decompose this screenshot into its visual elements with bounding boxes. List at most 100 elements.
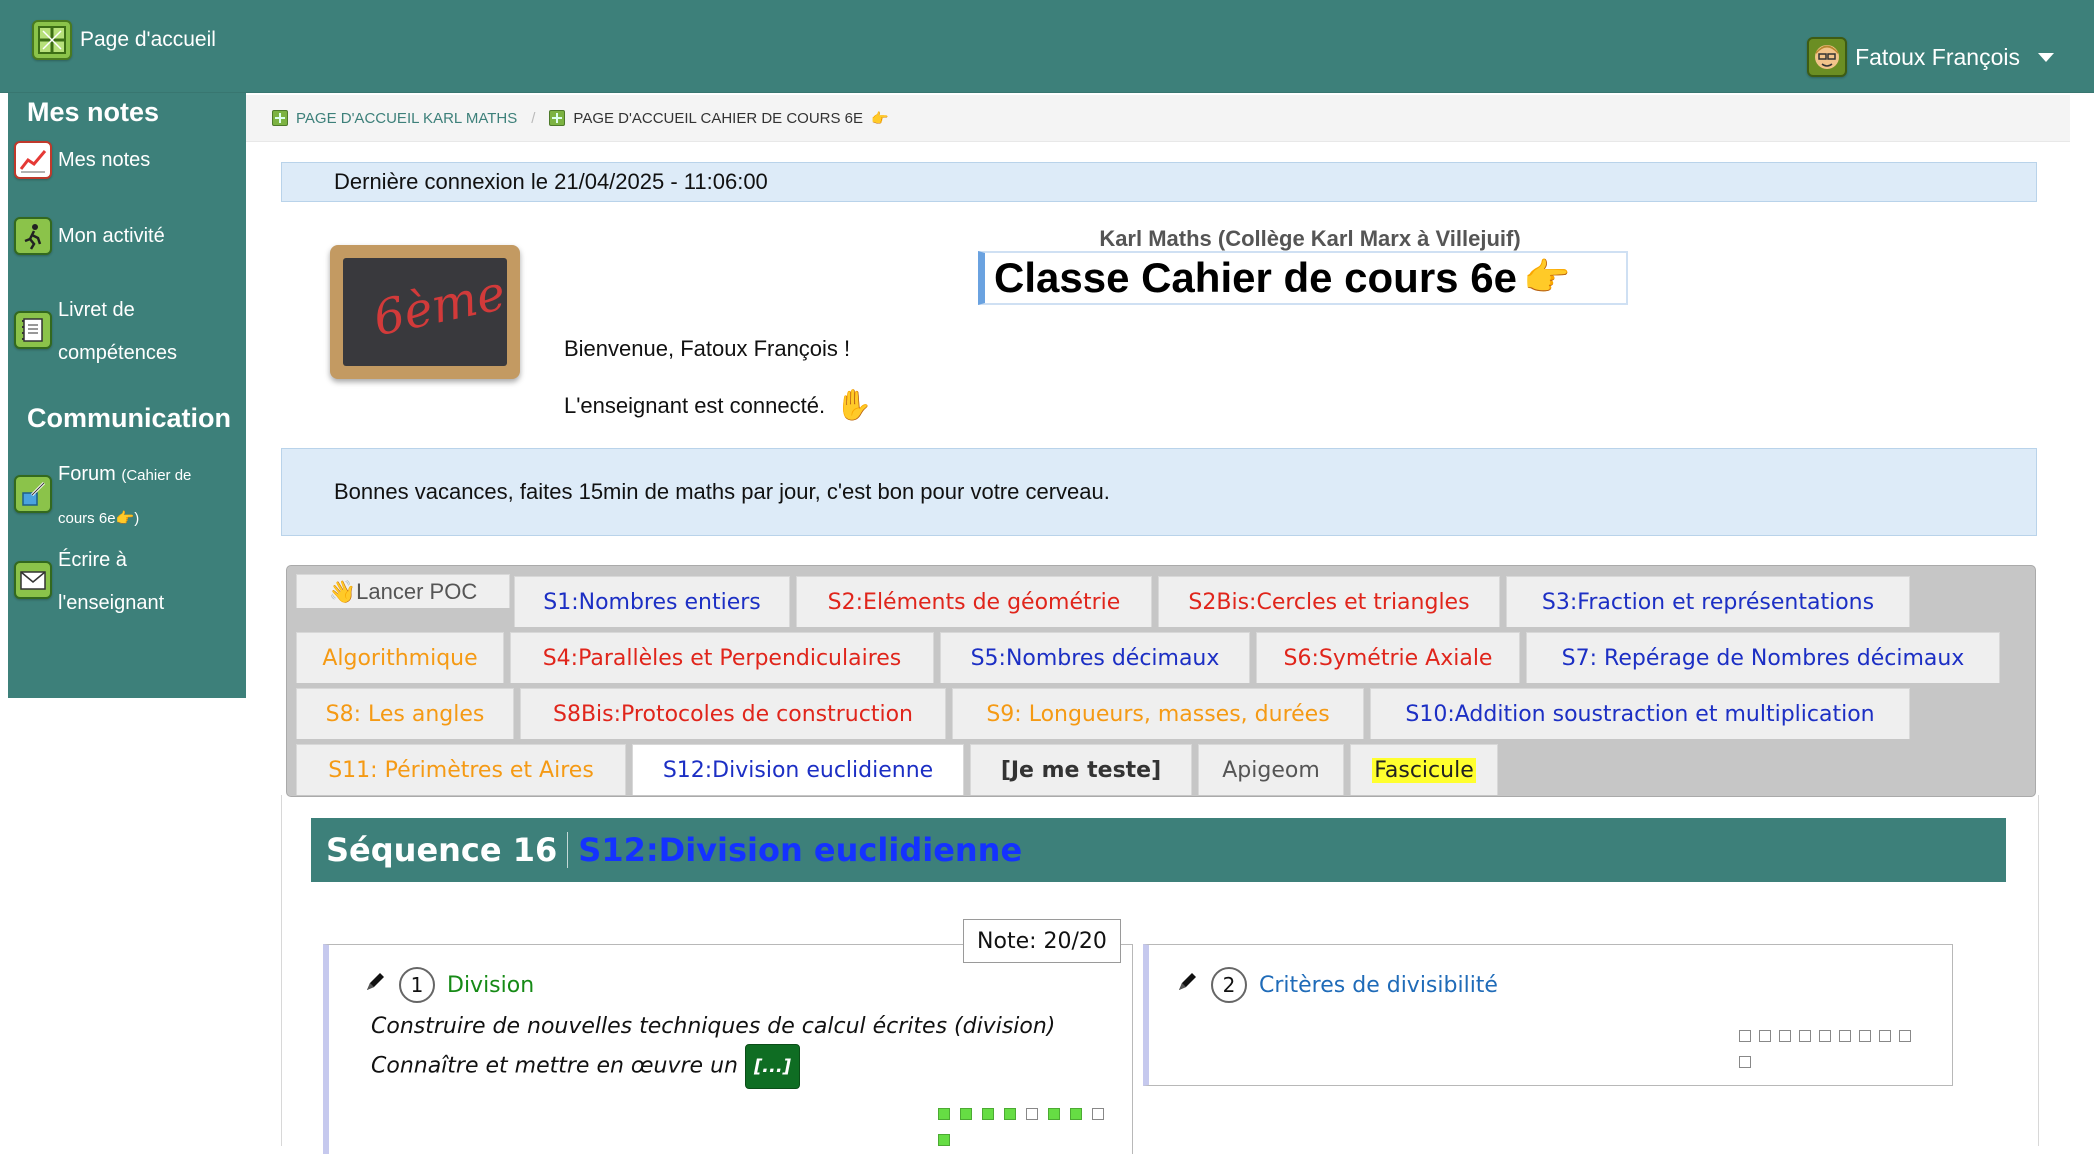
last-connection-text: Dernière connexion le 21/04/2025 - 11:06… — [334, 169, 768, 194]
waving-hand-icon: 👋 — [328, 578, 357, 604]
sidebar-item-ecrire[interactable]: Écrire à l'enseignant — [14, 539, 164, 625]
notebook-icon — [14, 311, 52, 349]
progress-square — [1759, 1030, 1771, 1042]
tab-je-me-teste[interactable]: [Je me teste] — [970, 744, 1192, 795]
lesson-card-header: 2 Critères de divisibilité — [1175, 967, 1498, 1003]
lesson-card-1: 1 Division Construire de nouvelles techn… — [323, 944, 1133, 1154]
pencil-icon — [1175, 970, 1199, 1000]
sidebar-item-label: Écrire à — [58, 549, 127, 571]
tab-s11[interactable]: S11: Périmètres et Aires — [296, 744, 626, 795]
welcome-message: Bienvenue, Fatoux François ! — [564, 336, 851, 361]
tab-s12[interactable]: S12:Division euclidienne — [632, 744, 964, 795]
breadcrumb: Page d'accueil Karl Maths / Page d'accue… — [246, 95, 2070, 142]
sidebar-item-label: Mon activité — [58, 225, 165, 247]
sidebar-item-activite[interactable]: Mon activité — [14, 215, 165, 258]
grid-icon — [272, 110, 288, 126]
sidebar-item-label: l'enseignant — [58, 592, 165, 614]
breadcrumb-separator: / — [531, 109, 536, 127]
breadcrumb-item-karl-maths[interactable]: Page d'accueil Karl Maths — [272, 110, 517, 127]
read-more-button[interactable]: [...] — [744, 1044, 800, 1089]
tab-s3[interactable]: S3:Fraction et représentations — [1506, 576, 1910, 627]
progress-square — [1070, 1108, 1082, 1120]
lesson-description-line: Construire de nouvelles techniques de ca… — [371, 1014, 1056, 1039]
top-bar: Page d'accueil Fatoux François — [0, 0, 2094, 93]
pencil-icon — [363, 970, 387, 1000]
sidebar-heading-communication: Communication — [27, 403, 232, 433]
tab-s9[interactable]: S9: Longueurs, masses, durées — [952, 688, 1364, 739]
progress-square — [1739, 1030, 1751, 1042]
progress-square — [938, 1134, 950, 1146]
tab-apigeom[interactable]: Apigeom — [1198, 744, 1344, 795]
breadcrumb-label: Page d'accueil Cahier de cours 6e — [573, 109, 864, 127]
progress-square — [982, 1108, 994, 1120]
pointing-hand-icon: 👉 — [115, 510, 135, 527]
progress-square — [1779, 1030, 1791, 1042]
home-link[interactable]: Page d'accueil — [32, 18, 216, 62]
progress-square — [1819, 1030, 1831, 1042]
tab-algorithmique[interactable]: Algorithmique — [296, 632, 504, 683]
sidebar: Mes notes Mes notes Mon activité Livret … — [8, 93, 246, 698]
tab-s2[interactable]: S2:Eléments de géométrie — [796, 576, 1152, 627]
user-avatar-icon — [1807, 37, 1848, 77]
sidebar-item-label: Mes notes — [58, 149, 151, 171]
tab-s5[interactable]: S5:Nombres décimaux — [940, 632, 1250, 683]
tab-label: Lancer POC — [356, 578, 478, 604]
lesson-title-link[interactable]: Division — [447, 973, 534, 998]
teacher-status: L'enseignant est connecté. ✋ — [564, 388, 872, 423]
chart-line-icon — [14, 141, 52, 179]
sidebar-forum-context: cours 6e — [58, 510, 116, 527]
sidebar-item-forum[interactable]: Forum (Cahier de cours 6e👉) — [14, 453, 191, 540]
runner-icon — [14, 217, 52, 255]
grade-badge: Note: 20/20 — [963, 919, 1121, 963]
raised-hand-icon: ✋ — [835, 389, 873, 422]
tab-label: Fascicule — [1372, 757, 1476, 783]
progress-square — [1839, 1030, 1851, 1042]
sequence-banner: Séquence 16 S12:Division euclidienne — [311, 818, 2006, 882]
teacher-status-text: L'enseignant est connecté. — [564, 392, 826, 418]
breadcrumb-label: Page d'accueil Karl Maths — [296, 109, 518, 127]
envelope-icon — [14, 561, 52, 599]
progress-square — [1092, 1108, 1104, 1120]
grid-icon — [549, 110, 566, 126]
sidebar-forum-line1: Forum (Cahier de — [58, 453, 191, 497]
forum-icon — [14, 475, 52, 513]
chevron-down-icon — [2038, 52, 2054, 62]
tab-s8bis[interactable]: S8Bis:Protocoles de construction — [520, 688, 946, 739]
tab-s2bis[interactable]: S2Bis:Cercles et triangles — [1158, 576, 1500, 627]
lesson-number: 1 — [399, 967, 435, 1003]
tab-s7[interactable]: S7: Repérage de Nombres décimaux — [1526, 632, 2000, 683]
progress-square — [1879, 1030, 1891, 1042]
lesson-card-header: 1 Division — [363, 967, 534, 1003]
tab-s1[interactable]: S1:Nombres entiers — [514, 576, 790, 627]
lesson-number: 2 — [1211, 967, 1247, 1003]
class-title: Classe Cahier de cours 6e 👉 — [978, 251, 1628, 305]
class-slate-image: 6ème — [330, 245, 520, 379]
sequence-title: S12:Division euclidienne — [578, 831, 1023, 869]
sidebar-forum-context: (Cahier de — [121, 467, 192, 484]
sidebar-heading-notes: Mes notes — [27, 97, 160, 127]
pointing-hand-icon: 👉 — [1522, 257, 1571, 299]
user-menu[interactable]: Fatoux François — [1807, 34, 2054, 80]
tab-s10[interactable]: S10:Addition soustraction et multiplicat… — [1370, 688, 1910, 739]
tab-s6[interactable]: S6:Symétrie Axiale — [1256, 632, 1520, 683]
tab-s8[interactable]: S8: Les angles — [296, 688, 514, 739]
sidebar-item-label: compétences — [58, 342, 177, 364]
progress-square — [938, 1108, 950, 1120]
sidebar-item-label: Livret de — [58, 299, 135, 321]
tab-fascicule[interactable]: Fascicule — [1350, 744, 1498, 795]
lesson-card-2: 2 Critères de divisibilité — [1143, 944, 1953, 1086]
lesson-title-link[interactable]: Critères de divisibilité — [1259, 973, 1498, 998]
progress-square — [1859, 1030, 1871, 1042]
pointing-hand-icon: 👉 — [871, 109, 889, 126]
sidebar-item-label: Forum — [58, 463, 116, 485]
tab-lancer-poc[interactable]: 👋 Lancer POC — [296, 574, 510, 608]
breadcrumb-item-cahier[interactable]: Page d'accueil Cahier de cours 6e 👉 — [549, 110, 888, 127]
sidebar-item-mes-notes[interactable]: Mes notes — [14, 139, 150, 182]
home-grid-icon — [32, 20, 72, 60]
sidebar-forum-line2: cours 6e👉) — [58, 497, 191, 540]
tab-s4[interactable]: S4:Parallèles et Perpendiculaires — [510, 632, 934, 683]
last-connection-bar: Dernière connexion le 21/04/2025 - 11:06… — [281, 162, 2037, 202]
sidebar-item-livret[interactable]: Livret de compétences — [14, 289, 177, 375]
home-link-label: Page d'accueil — [80, 28, 216, 51]
slate-text: 6ème — [368, 264, 507, 348]
